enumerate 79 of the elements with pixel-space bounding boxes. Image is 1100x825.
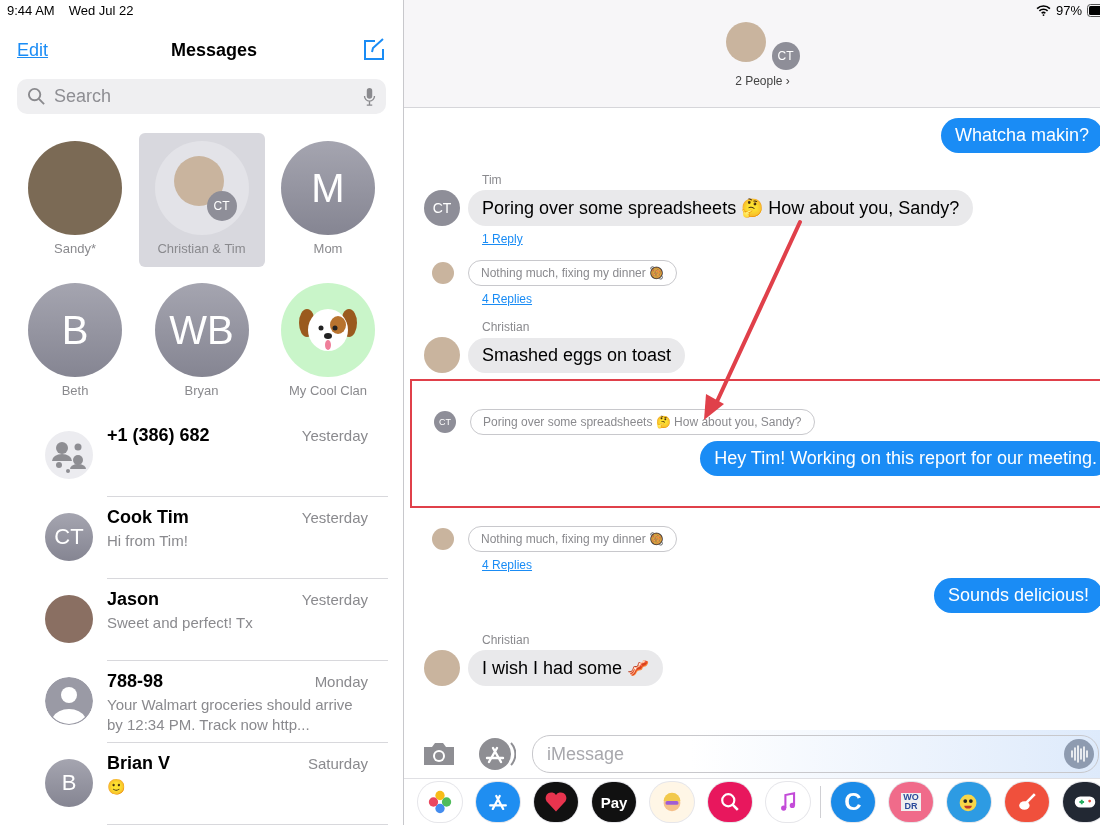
pinned-conversation[interactable]: M Mom — [265, 133, 391, 267]
conversation-row[interactable]: B Brian V Saturday 🙂 — [0, 743, 403, 825]
app-store-icon[interactable] — [478, 737, 516, 771]
audio-wave-icon[interactable] — [1064, 739, 1094, 769]
status-time: 9:44 AM — [7, 3, 55, 18]
initials-avatar: WB — [154, 283, 249, 377]
battery-percent: 97% — [1055, 3, 1082, 18]
pinned-name: My Cool Clan — [289, 383, 367, 398]
photo-placeholder — [424, 650, 460, 686]
conversation-row[interactable]: Jason Yesterday Sweet and perfect! Tx — [0, 579, 403, 661]
app-icon[interactable]: Pay — [592, 782, 636, 822]
app-icon[interactable] — [1063, 782, 1100, 822]
initials-avatar: CT — [45, 513, 93, 561]
pinned-conversation[interactable]: WB Bryan — [138, 275, 265, 409]
message-preview: 🙂 — [107, 777, 127, 797]
initials-avatar: M — [281, 141, 375, 235]
messages-title: Messages — [171, 39, 258, 61]
message-time: Saturday — [307, 755, 368, 772]
pinned-name: Christian & Tim — [157, 241, 246, 256]
sent-message: Whatcha makin? — [940, 118, 1100, 153]
initials-avatar: CT — [424, 190, 460, 226]
photo-placeholder — [432, 528, 454, 550]
sender-name: Christian — [482, 633, 531, 647]
sent-message: Sounds delicious! — [933, 578, 1100, 613]
initials-avatar: CT — [434, 411, 456, 433]
app-icon[interactable] — [534, 782, 578, 822]
contact-name: 788-98 — [107, 671, 164, 692]
conversation-row[interactable]: +1 (386) 682 Yesterday — [0, 415, 403, 497]
pinned-conversation[interactable]: Sandy* — [12, 133, 138, 267]
pinned-name: Beth — [61, 383, 89, 398]
received-message: Poring over some spreadsheets 🤔 How about you, Sandy? — [468, 190, 974, 226]
message-time: Monday — [314, 673, 368, 690]
app-icon[interactable]: C — [831, 782, 875, 822]
status-date: Wed Jul 22 — [68, 3, 134, 18]
replies-link[interactable]: 4 Replies — [482, 292, 1100, 306]
edit-link[interactable]: Edit — [17, 39, 49, 61]
app-icon[interactable]: WODR — [889, 782, 933, 822]
replies-link[interactable]: 4 Replies — [482, 558, 1100, 572]
message-preview: Sweet and perfect! Tx — [107, 613, 254, 633]
message-time: Yesterday — [301, 509, 368, 526]
sender-name: Christian — [482, 320, 531, 334]
search-field[interactable]: Search — [17, 79, 386, 114]
person-icon — [45, 677, 93, 725]
conversation-row[interactable]: 788-98 Monday Your Walmart groceries should arrive by 12:34 PM. Track now http... — [0, 661, 403, 743]
initials-avatar: B — [28, 283, 122, 377]
contact-name: Cook Tim — [107, 507, 189, 528]
message-preview: Hi from Tim! — [107, 531, 189, 551]
initials-badge: CT — [206, 191, 237, 221]
sent-message: Hey Tim! Working on this report for our meeting. — [700, 441, 1100, 476]
microphone-icon[interactable] — [363, 86, 376, 107]
received-message: I wish I had some 🥓 — [468, 650, 664, 686]
pinned-conversation[interactable]: B Beth — [12, 275, 138, 409]
received-message: Smashed eggs on toast — [468, 338, 686, 373]
initials-avatar: CT — [771, 42, 800, 70]
photo-placeholder — [45, 595, 93, 643]
photo-placeholder — [432, 262, 454, 284]
pinned-name: Bryan — [184, 383, 219, 398]
group-avatar-icon — [45, 431, 93, 479]
replies-link[interactable]: 1 Reply — [482, 232, 1100, 246]
sender-name: Tim — [482, 173, 503, 187]
pinned-name: Mom — [313, 241, 343, 256]
contact-name: Brian V — [107, 753, 171, 774]
pinned-name: Sandy* — [54, 241, 96, 256]
message-time: Yesterday — [301, 427, 368, 444]
message-preview: Your Walmart groceries should arrive by 12:34 PM. Track now http... — [107, 695, 354, 735]
message-field[interactable]: iMessage — [532, 735, 1099, 773]
contact-name: Jason — [107, 589, 160, 610]
initials-avatar: B — [45, 759, 93, 807]
pinned-conversation[interactable]: CT Christian & Tim — [138, 133, 265, 267]
contact-name: +1 (386) 682 — [107, 425, 210, 446]
conversation-row[interactable]: CT Cook Tim Yesterday Hi from Tim! — [0, 497, 403, 579]
camera-icon[interactable] — [422, 741, 456, 767]
message-time: Yesterday — [301, 591, 368, 608]
photo-placeholder — [725, 22, 766, 62]
photo-placeholder — [424, 337, 460, 373]
compose-icon[interactable] — [362, 38, 386, 63]
people-link[interactable]: 2 People › — [735, 74, 790, 88]
search-icon — [27, 87, 46, 107]
wifi-icon — [1035, 5, 1051, 16]
